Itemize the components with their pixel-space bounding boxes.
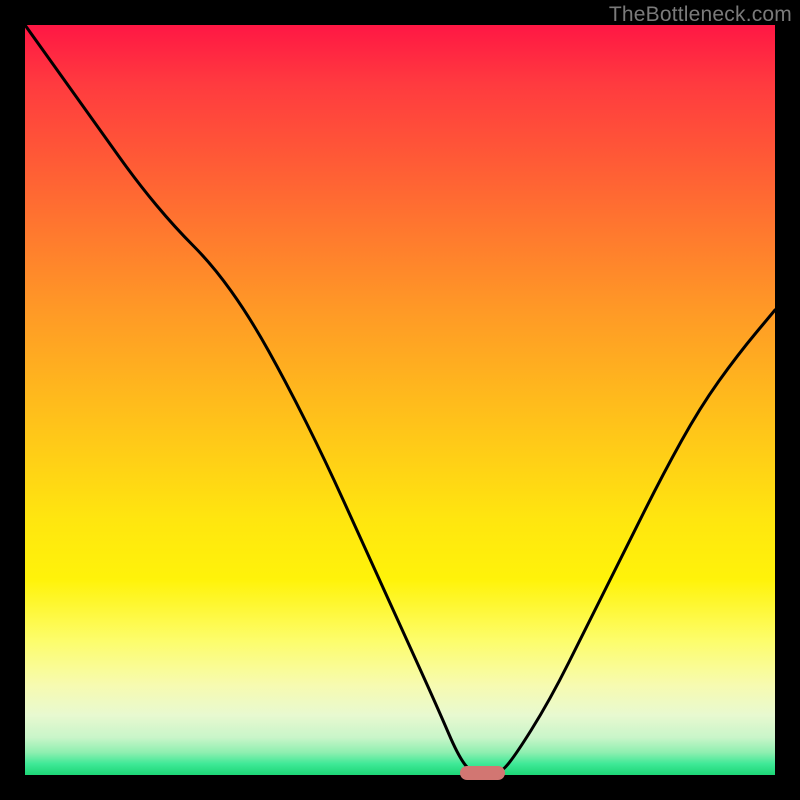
- chart-frame: TheBottleneck.com: [0, 0, 800, 800]
- bottleneck-minimum-marker: [460, 766, 505, 780]
- watermark-text: TheBottleneck.com: [609, 3, 792, 27]
- bottleneck-curve: [25, 25, 775, 775]
- plot-area: [25, 25, 775, 775]
